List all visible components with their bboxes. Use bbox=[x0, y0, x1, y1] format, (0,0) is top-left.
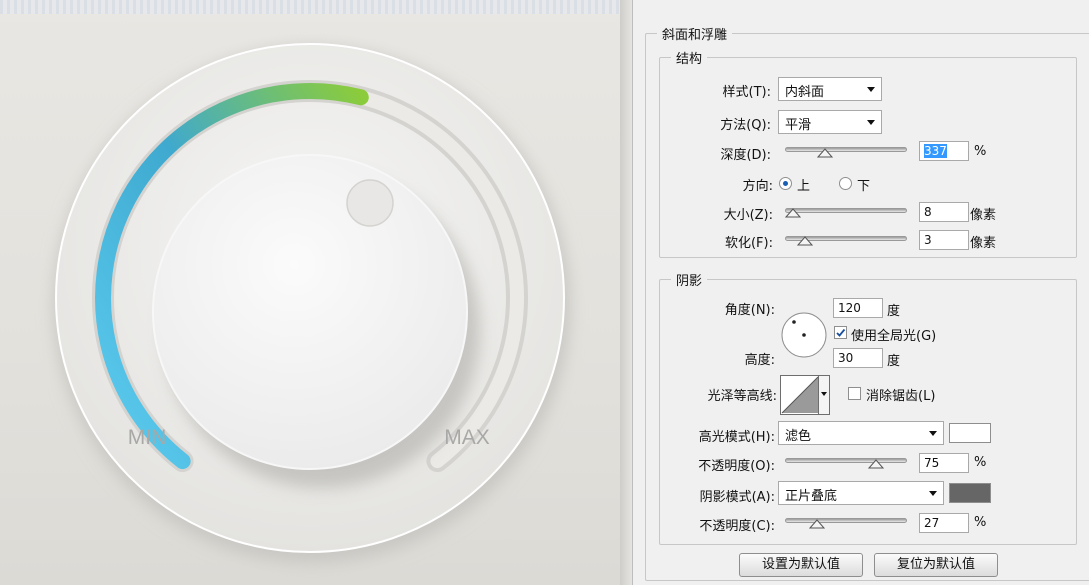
contour-preview-icon bbox=[781, 376, 819, 414]
style-select-value: 内斜面 bbox=[785, 85, 825, 100]
highlight-opacity-value: 75 bbox=[924, 456, 940, 470]
reset-default-button[interactable]: 复位为默认值 bbox=[874, 553, 998, 577]
highlight-mode-select[interactable]: 滤色 bbox=[778, 421, 944, 445]
gloss-contour-picker[interactable] bbox=[780, 375, 830, 415]
checkmark-icon bbox=[836, 328, 846, 337]
depth-slider-track[interactable] bbox=[785, 147, 907, 152]
depth-unit: % bbox=[974, 144, 987, 159]
structure-title: 结构 bbox=[671, 48, 708, 67]
knob-dial[interactable] bbox=[152, 154, 468, 470]
shading-group bbox=[659, 279, 1077, 545]
shadow-mode-select[interactable]: 正片叠底 bbox=[778, 481, 944, 505]
depth-input-value: 337 bbox=[924, 144, 947, 158]
set-default-button[interactable]: 设置为默认值 bbox=[739, 553, 863, 577]
shading-title: 阴影 bbox=[671, 270, 708, 289]
contour-dropdown-button[interactable] bbox=[818, 376, 829, 414]
antialias-checkbox[interactable] bbox=[848, 387, 861, 400]
shadow-opacity-slider-track[interactable] bbox=[785, 518, 907, 523]
knob-indicator-dot bbox=[346, 179, 394, 227]
rotary-knob[interactable]: MIN MAX bbox=[0, 0, 620, 585]
direction-up-radio[interactable] bbox=[779, 177, 792, 190]
altitude-input-value: 30 bbox=[838, 351, 854, 365]
shadow-mode-label: 阴影模式(A): bbox=[699, 490, 775, 505]
shadow-opacity-label: 不透明度(C): bbox=[699, 519, 775, 534]
direction-down-radio[interactable] bbox=[839, 177, 852, 190]
angle-input[interactable]: 120 bbox=[833, 298, 883, 318]
angle-dial-icon[interactable] bbox=[779, 310, 829, 360]
chevron-down-icon bbox=[929, 431, 937, 436]
angle-unit: 度 bbox=[887, 304, 901, 319]
shadow-opacity-value: 27 bbox=[924, 516, 940, 530]
method-label: 方法(Q): bbox=[720, 118, 771, 133]
shadow-color-swatch[interactable] bbox=[949, 483, 991, 503]
knob-max-label: MAX bbox=[444, 426, 490, 449]
direction-label: 方向: bbox=[742, 179, 773, 194]
gloss-contour-label: 光泽等高线: bbox=[707, 389, 777, 404]
highlight-opacity-input[interactable]: 75 bbox=[919, 453, 969, 473]
chevron-down-icon bbox=[821, 392, 827, 396]
shadow-mode-value: 正片叠底 bbox=[785, 489, 838, 504]
style-label: 样式(T): bbox=[722, 85, 771, 100]
method-select[interactable]: 平滑 bbox=[778, 110, 882, 134]
direction-down-label: 下 bbox=[857, 179, 871, 194]
angle-input-value: 120 bbox=[838, 301, 861, 315]
size-input-value: 8 bbox=[924, 205, 932, 219]
style-select[interactable]: 内斜面 bbox=[778, 77, 882, 101]
size-label: 大小(Z): bbox=[723, 208, 773, 223]
knob-canvas: MIN MAX bbox=[0, 0, 620, 585]
angle-label: 角度(N): bbox=[724, 303, 775, 318]
direction-up-label: 上 bbox=[797, 179, 811, 194]
bevel-emboss-title: 斜面和浮雕 bbox=[657, 24, 733, 43]
shadow-opacity-input[interactable]: 27 bbox=[919, 513, 969, 533]
soften-unit: 像素 bbox=[970, 236, 997, 251]
depth-label: 深度(D): bbox=[720, 148, 771, 163]
global-light-label: 使用全局光(G) bbox=[851, 329, 937, 344]
antialias-label: 消除锯齿(L) bbox=[866, 389, 936, 404]
highlight-color-swatch[interactable] bbox=[949, 423, 991, 443]
size-input[interactable]: 8 bbox=[919, 202, 969, 222]
highlight-opacity-unit: % bbox=[974, 455, 987, 470]
method-select-value: 平滑 bbox=[785, 118, 812, 133]
altitude-input[interactable]: 30 bbox=[833, 348, 883, 368]
canvas-divider bbox=[620, 0, 632, 585]
size-slider-track[interactable] bbox=[785, 208, 907, 213]
soften-input-value: 3 bbox=[924, 233, 932, 247]
highlight-mode-label: 高光模式(H): bbox=[698, 430, 775, 445]
highlight-opacity-label: 不透明度(O): bbox=[698, 459, 775, 474]
altitude-label: 高度: bbox=[744, 353, 775, 368]
knob-min-label: MIN bbox=[128, 426, 167, 449]
depth-input[interactable]: 337 bbox=[919, 141, 969, 161]
soften-label: 软化(F): bbox=[724, 236, 773, 251]
bevel-emboss-panel: 斜面和浮雕 结构 样式(T): 内斜面 方法(Q): 平滑 深度(D): 337… bbox=[632, 0, 1089, 585]
size-unit: 像素 bbox=[970, 208, 997, 223]
shadow-opacity-unit: % bbox=[974, 515, 987, 530]
chevron-down-icon bbox=[867, 120, 875, 125]
soften-input[interactable]: 3 bbox=[919, 230, 969, 250]
highlight-opacity-slider-track[interactable] bbox=[785, 458, 907, 463]
altitude-unit: 度 bbox=[887, 354, 901, 369]
highlight-mode-value: 滤色 bbox=[785, 429, 812, 444]
chevron-down-icon bbox=[929, 491, 937, 496]
global-light-checkbox[interactable] bbox=[834, 326, 847, 339]
chevron-down-icon bbox=[867, 87, 875, 92]
